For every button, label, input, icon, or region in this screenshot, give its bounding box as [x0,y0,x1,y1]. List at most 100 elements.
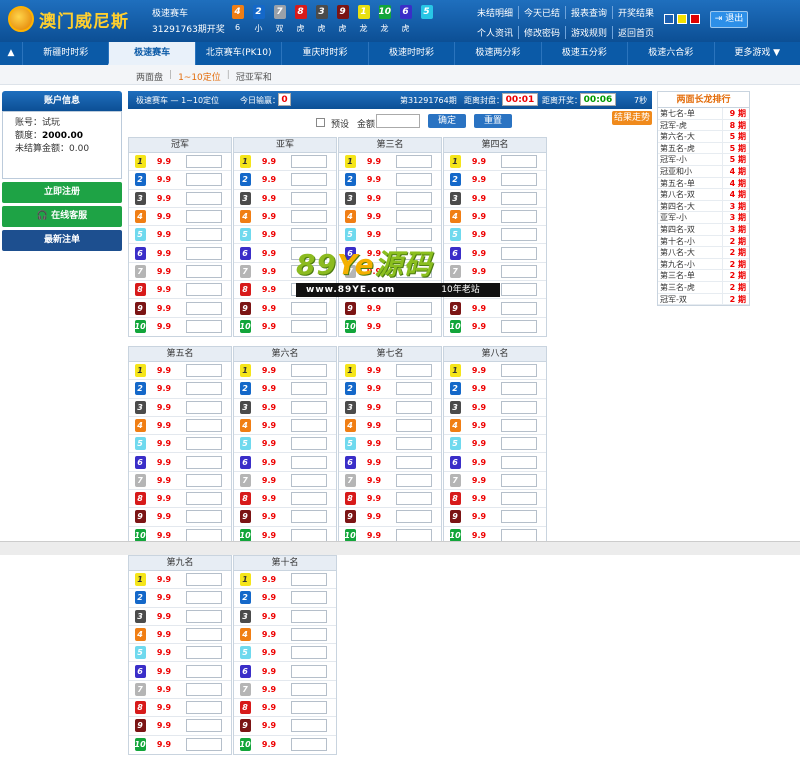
bet-amount-input[interactable] [291,473,327,487]
register-button[interactable]: 立即注册 [2,182,122,203]
bet-amount-input[interactable] [501,191,537,205]
bet-amount-input[interactable] [186,364,222,378]
confirm-button[interactable]: 确定 [428,114,466,128]
bet-amount-input[interactable] [186,191,222,205]
bet-amount-input[interactable] [396,228,432,242]
bet-amount-input[interactable] [186,228,222,242]
top-nav-item[interactable]: 报表查询 [565,6,612,19]
bet-amount-input[interactable] [186,664,222,678]
bet-amount-input[interactable] [291,701,327,715]
bet-amount-input[interactable] [186,627,222,641]
game-tab[interactable]: 更多游戏 ▼ [713,42,800,65]
bet-amount-input[interactable] [501,400,537,414]
bet-amount-input[interactable] [291,591,327,605]
bet-amount-input[interactable] [291,191,327,205]
collapse-arrow-icon[interactable]: ▲ [0,42,22,65]
logo[interactable]: 澳门威尼斯 [8,6,129,32]
bet-amount-input[interactable] [396,419,432,432]
bet-amount-input[interactable] [291,455,327,469]
bet-amount-input[interactable] [186,382,222,396]
bet-amount-input[interactable] [501,510,537,524]
bet-amount-input[interactable] [501,246,537,260]
theme-swatch-1[interactable] [664,14,674,24]
game-tab[interactable]: 重庆时时彩 [281,42,367,65]
bet-amount-input[interactable] [501,437,537,451]
bet-amount-input[interactable] [501,492,537,506]
bet-amount-input[interactable] [186,455,222,469]
bet-amount-input[interactable] [291,320,327,334]
bet-amount-input[interactable] [186,437,222,451]
bet-amount-input[interactable] [501,382,537,396]
bet-amount-input[interactable] [291,664,327,678]
bet-amount-input[interactable] [291,228,327,242]
bet-amount-input[interactable] [186,173,222,187]
bet-amount-input[interactable] [501,419,537,432]
bet-amount-input[interactable] [291,573,327,587]
theme-swatch-3[interactable] [690,14,700,24]
bet-amount-input[interactable] [291,437,327,451]
bet-amount-input[interactable] [501,173,537,187]
bet-amount-input[interactable] [501,228,537,242]
bet-amount-input[interactable] [291,627,327,641]
bet-amount-input[interactable] [291,492,327,506]
bet-amount-input[interactable] [501,455,537,469]
bet-amount-input[interactable] [396,320,432,334]
bet-amount-input[interactable] [396,400,432,414]
bet-amount-input[interactable] [291,400,327,414]
top-nav-item[interactable]: 修改密码 [518,26,565,39]
bet-amount-input[interactable] [291,510,327,524]
bet-amount-input[interactable] [291,173,327,187]
bet-amount-input[interactable] [186,320,222,334]
sub-tab[interactable]: 两面盘 [136,70,163,83]
bet-amount-input[interactable] [186,473,222,487]
bet-amount-input[interactable] [186,682,222,696]
bet-amount-input[interactable] [186,609,222,623]
bet-amount-input[interactable] [501,320,537,334]
bet-amount-input[interactable] [186,301,222,315]
top-nav-item[interactable]: 个人资讯 [472,26,518,39]
top-nav-item[interactable]: 返回首页 [612,26,659,39]
bet-amount-input[interactable] [186,155,222,169]
bet-amount-input[interactable] [501,301,537,315]
bet-amount-input[interactable] [186,264,222,278]
preset-checkbox[interactable] [316,118,325,127]
online-service-button[interactable]: 🎧 在线客服 [2,206,122,227]
bet-amount-input[interactable] [291,609,327,623]
amount-input[interactable] [376,114,420,128]
bet-amount-input[interactable] [186,210,222,224]
bet-amount-input[interactable] [186,701,222,715]
bet-amount-input[interactable] [291,382,327,396]
bet-amount-input[interactable] [396,492,432,506]
bet-amount-input[interactable] [291,301,327,315]
bet-amount-input[interactable] [396,191,432,205]
bet-amount-input[interactable] [291,210,327,224]
bet-amount-input[interactable] [186,419,222,432]
top-nav-item[interactable]: 开奖结果 [612,6,659,19]
game-tab[interactable]: 极速五分彩 [540,42,627,65]
bet-amount-input[interactable] [501,473,537,487]
reset-button[interactable]: 重置 [474,114,512,128]
bet-amount-input[interactable] [396,473,432,487]
bet-amount-input[interactable] [291,364,327,378]
bet-amount-input[interactable] [291,646,327,660]
game-tab[interactable]: 北京赛车(PK10) [194,42,281,65]
bet-amount-input[interactable] [186,510,222,524]
bet-amount-input[interactable] [291,155,327,169]
bet-amount-input[interactable] [501,155,537,169]
bet-amount-input[interactable] [186,400,222,414]
bet-amount-input[interactable] [186,246,222,260]
bet-amount-input[interactable] [291,419,327,432]
top-nav-item[interactable]: 未结明细 [472,6,518,19]
bet-amount-input[interactable] [186,573,222,587]
game-tab[interactable]: 极速两分彩 [454,42,540,65]
logout-button[interactable]: ⇥ 退出 [710,11,748,28]
latest-bets-button[interactable]: 最新注单 [2,230,122,251]
bet-amount-input[interactable] [501,283,537,297]
bet-amount-input[interactable] [186,492,222,506]
bet-amount-input[interactable] [501,264,537,278]
sub-tab[interactable]: 1~10定位 [178,70,221,83]
bet-amount-input[interactable] [186,719,222,733]
top-nav-item[interactable]: 今天已结 [518,6,565,19]
sub-tab[interactable]: 冠亚军和 [236,70,272,83]
game-tab[interactable]: 新疆时时彩 [22,42,108,65]
